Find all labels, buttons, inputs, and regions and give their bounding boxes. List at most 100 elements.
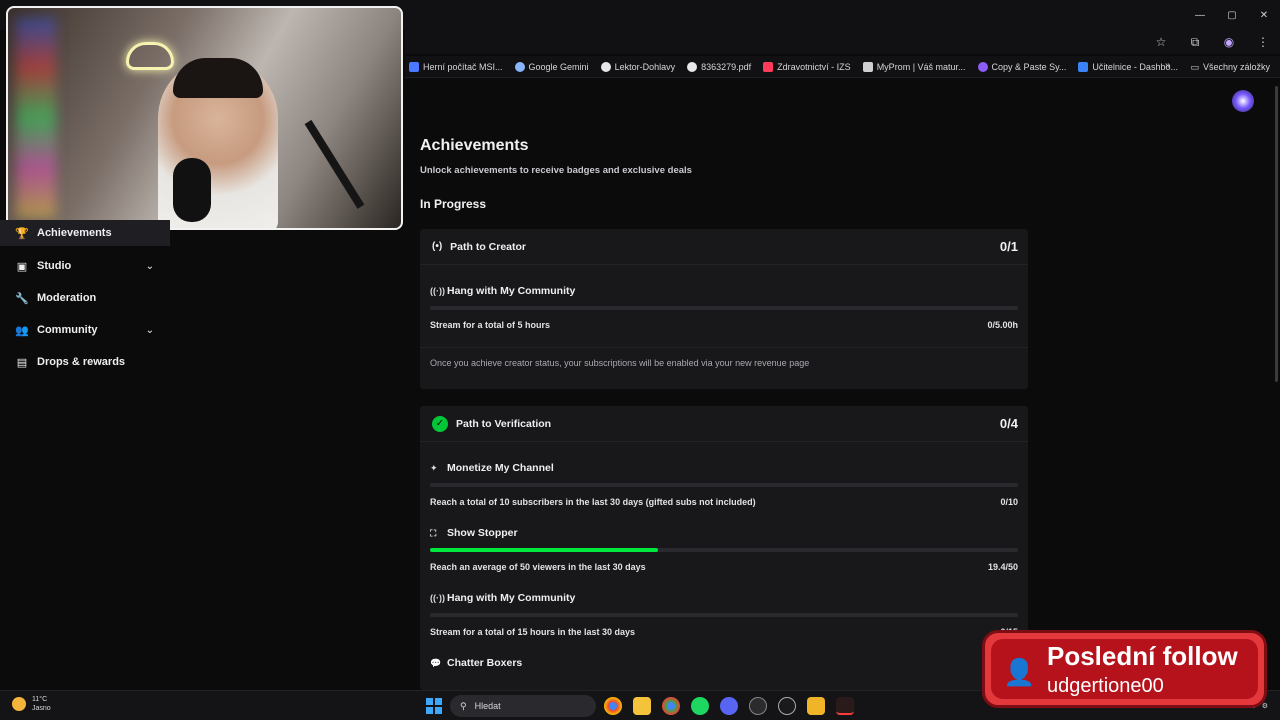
sidebar-item-label: Community: [37, 324, 98, 336]
avatar[interactable]: [1232, 90, 1254, 112]
add-user-icon: 👤: [1003, 657, 1036, 687]
broadcast-icon: (•): [432, 241, 443, 252]
app-icon[interactable]: [836, 697, 854, 715]
progress-bar: [430, 548, 1018, 552]
settings-icon[interactable]: ⚙: [1262, 702, 1268, 710]
bookmark-favicon-icon: [977, 61, 988, 72]
string-lights: [16, 18, 56, 218]
chevron-down-icon[interactable]: ⌄: [146, 325, 154, 336]
bookmark-favicon-icon: [600, 61, 611, 72]
window-controls: — ▢ ✕: [1184, 0, 1280, 30]
close-button[interactable]: ✕: [1248, 0, 1280, 30]
card-header[interactable]: ✓ Path to Verification 0/4: [420, 406, 1028, 442]
card-title: Path to Creator: [450, 240, 527, 253]
microphone: [173, 158, 211, 222]
sidebar-nav: 🏆 Achievements ▣ Studio ⌄ 🔧 Moderation 👥…: [0, 220, 170, 378]
bookmark-favicon-icon: [1078, 61, 1089, 72]
achievement-title: Monetize My Channel: [447, 462, 554, 474]
card-divider: [420, 347, 1028, 348]
achievements-main: Achievements Unlock achievements to rece…: [420, 130, 1028, 211]
extensions-icon[interactable]: ⧉: [1178, 30, 1212, 54]
section-heading: In Progress: [420, 197, 487, 211]
gemini-icon: [514, 61, 525, 72]
neon-cloud-sign: [126, 42, 174, 70]
verified-badge-icon: ✓: [432, 415, 448, 432]
discord-icon[interactable]: [720, 697, 738, 715]
progress-bar: [430, 306, 1018, 310]
streamer-hair: [173, 58, 263, 98]
gift-icon: ▤: [16, 356, 28, 369]
sidebar-item-drops-rewards[interactable]: ▤ Drops & rewards: [0, 346, 170, 378]
studio-icon: ▣: [16, 260, 28, 273]
bookmark-item[interactable]: 8363279.pdf: [683, 61, 759, 72]
card-title: Path to Verification: [456, 417, 552, 430]
bookmark-item[interactable]: Google Gemini: [511, 61, 597, 72]
weather-widget[interactable]: 11°C Jasno: [12, 695, 51, 713]
bookmark-favicon-icon: [763, 61, 774, 72]
page-title: Achievements: [420, 137, 529, 154]
search-placeholder: Hledat: [474, 701, 501, 711]
spotify-icon[interactable]: [691, 697, 709, 715]
sidebar-item-label: Drops & rewards: [37, 356, 126, 368]
chrome-profile-icon[interactable]: [662, 697, 680, 715]
card-count: 0/1: [999, 239, 1018, 254]
bookmark-favicon-icon: [862, 61, 873, 72]
chevron-down-icon[interactable]: ⌄: [146, 261, 154, 272]
card-count: 0/4: [999, 416, 1018, 431]
app-icon[interactable]: [749, 697, 767, 715]
bookmarks-overflow-icon[interactable]: »: [1165, 60, 1171, 71]
progress-fill: [430, 548, 659, 552]
weather-condition: Jasno: [32, 705, 51, 712]
bookmark-favicon-icon: [687, 61, 698, 72]
achievement-item: ✦ Monetize My Channel Reach a total of 1…: [420, 462, 1028, 507]
sparkle-icon: ✦: [430, 462, 438, 473]
progress-bar: [430, 613, 1018, 617]
achievement-title: Chatter Boxers: [447, 657, 523, 669]
taskbar-search[interactable]: ⚲ Hledat: [450, 695, 596, 717]
file-explorer-icon[interactable]: [633, 697, 651, 715]
achievement-item: ⛶ Show Stopper Reach an average of 50 vi…: [420, 527, 1028, 572]
card-header[interactable]: (•) Path to Creator 0/1: [420, 229, 1028, 265]
chrome-icon[interactable]: [604, 697, 622, 715]
trophy-icon: 🏆: [15, 227, 29, 240]
sidebar-item-community[interactable]: 👥 Community ⌄: [0, 314, 170, 346]
broadcast-icon: ((·)): [430, 593, 445, 603]
sidebar-item-achievements[interactable]: 🏆 Achievements: [0, 220, 170, 246]
mic-arm: [304, 119, 365, 209]
achievement-requirement: Stream for a total of 15 hours in the la…: [430, 627, 636, 637]
minimize-button[interactable]: —: [1184, 0, 1216, 30]
bookmark-star-icon[interactable]: ☆: [1144, 30, 1178, 54]
achievement-item: ((·)) Hang with My Community Stream for …: [420, 285, 1028, 330]
achievement-progress: 19.4/50: [987, 562, 1018, 572]
last-follow-overlay: 👤 Poslední follow udgertione00: [982, 630, 1267, 708]
bookmark-favicon-icon: [409, 61, 419, 72]
bookmarks-bar: Herní počítač MSI... Google Gemini Lekto…: [405, 56, 1280, 78]
path-to-verification-card: ✓ Path to Verification 0/4 ✦ Monetize My…: [420, 406, 1028, 690]
bookmark-item[interactable]: Zdravotnictví - IZS: [759, 61, 859, 72]
bookmark-item[interactable]: Herní počítač MSI...: [405, 61, 511, 72]
maximize-button[interactable]: ▢: [1216, 0, 1248, 30]
app-icon[interactable]: [807, 697, 825, 715]
app-icon[interactable]: [778, 697, 796, 715]
weather-temperature: 11°C: [32, 696, 48, 703]
follow-title: Poslední follow: [1047, 641, 1238, 671]
achievement-title: Hang with My Community: [447, 285, 576, 297]
fullscreen-icon: ⛶: [430, 527, 437, 538]
sidebar-item-moderation[interactable]: 🔧 Moderation: [0, 282, 170, 314]
bookmark-item[interactable]: MyProm | Váš matur...: [859, 61, 974, 72]
menu-icon[interactable]: ⋮: [1246, 30, 1280, 54]
achievement-requirement: Reach an average of 50 viewers in the la…: [430, 562, 646, 572]
page-scrollbar[interactable]: [1275, 86, 1278, 382]
webcam-overlay: [6, 6, 403, 230]
bookmark-item[interactable]: Lektor-Dohlavy: [597, 61, 684, 72]
community-icon: 👥: [15, 324, 29, 337]
profile-icon[interactable]: ◉: [1212, 30, 1246, 54]
sidebar-item-studio[interactable]: ▣ Studio ⌄: [0, 250, 170, 282]
windows-start-icon[interactable]: [426, 698, 442, 714]
browser-toolbar: ☆ ⧉ ◉ ⋮: [405, 30, 1280, 54]
taskbar-apps: [604, 697, 854, 715]
follow-username: udgertione00: [1047, 675, 1164, 697]
all-bookmarks-button[interactable]: ▭ Všechny záložky: [1190, 56, 1270, 78]
progress-bar: [430, 483, 1018, 487]
bookmark-item[interactable]: Copy & Paste Sy...: [974, 61, 1075, 72]
